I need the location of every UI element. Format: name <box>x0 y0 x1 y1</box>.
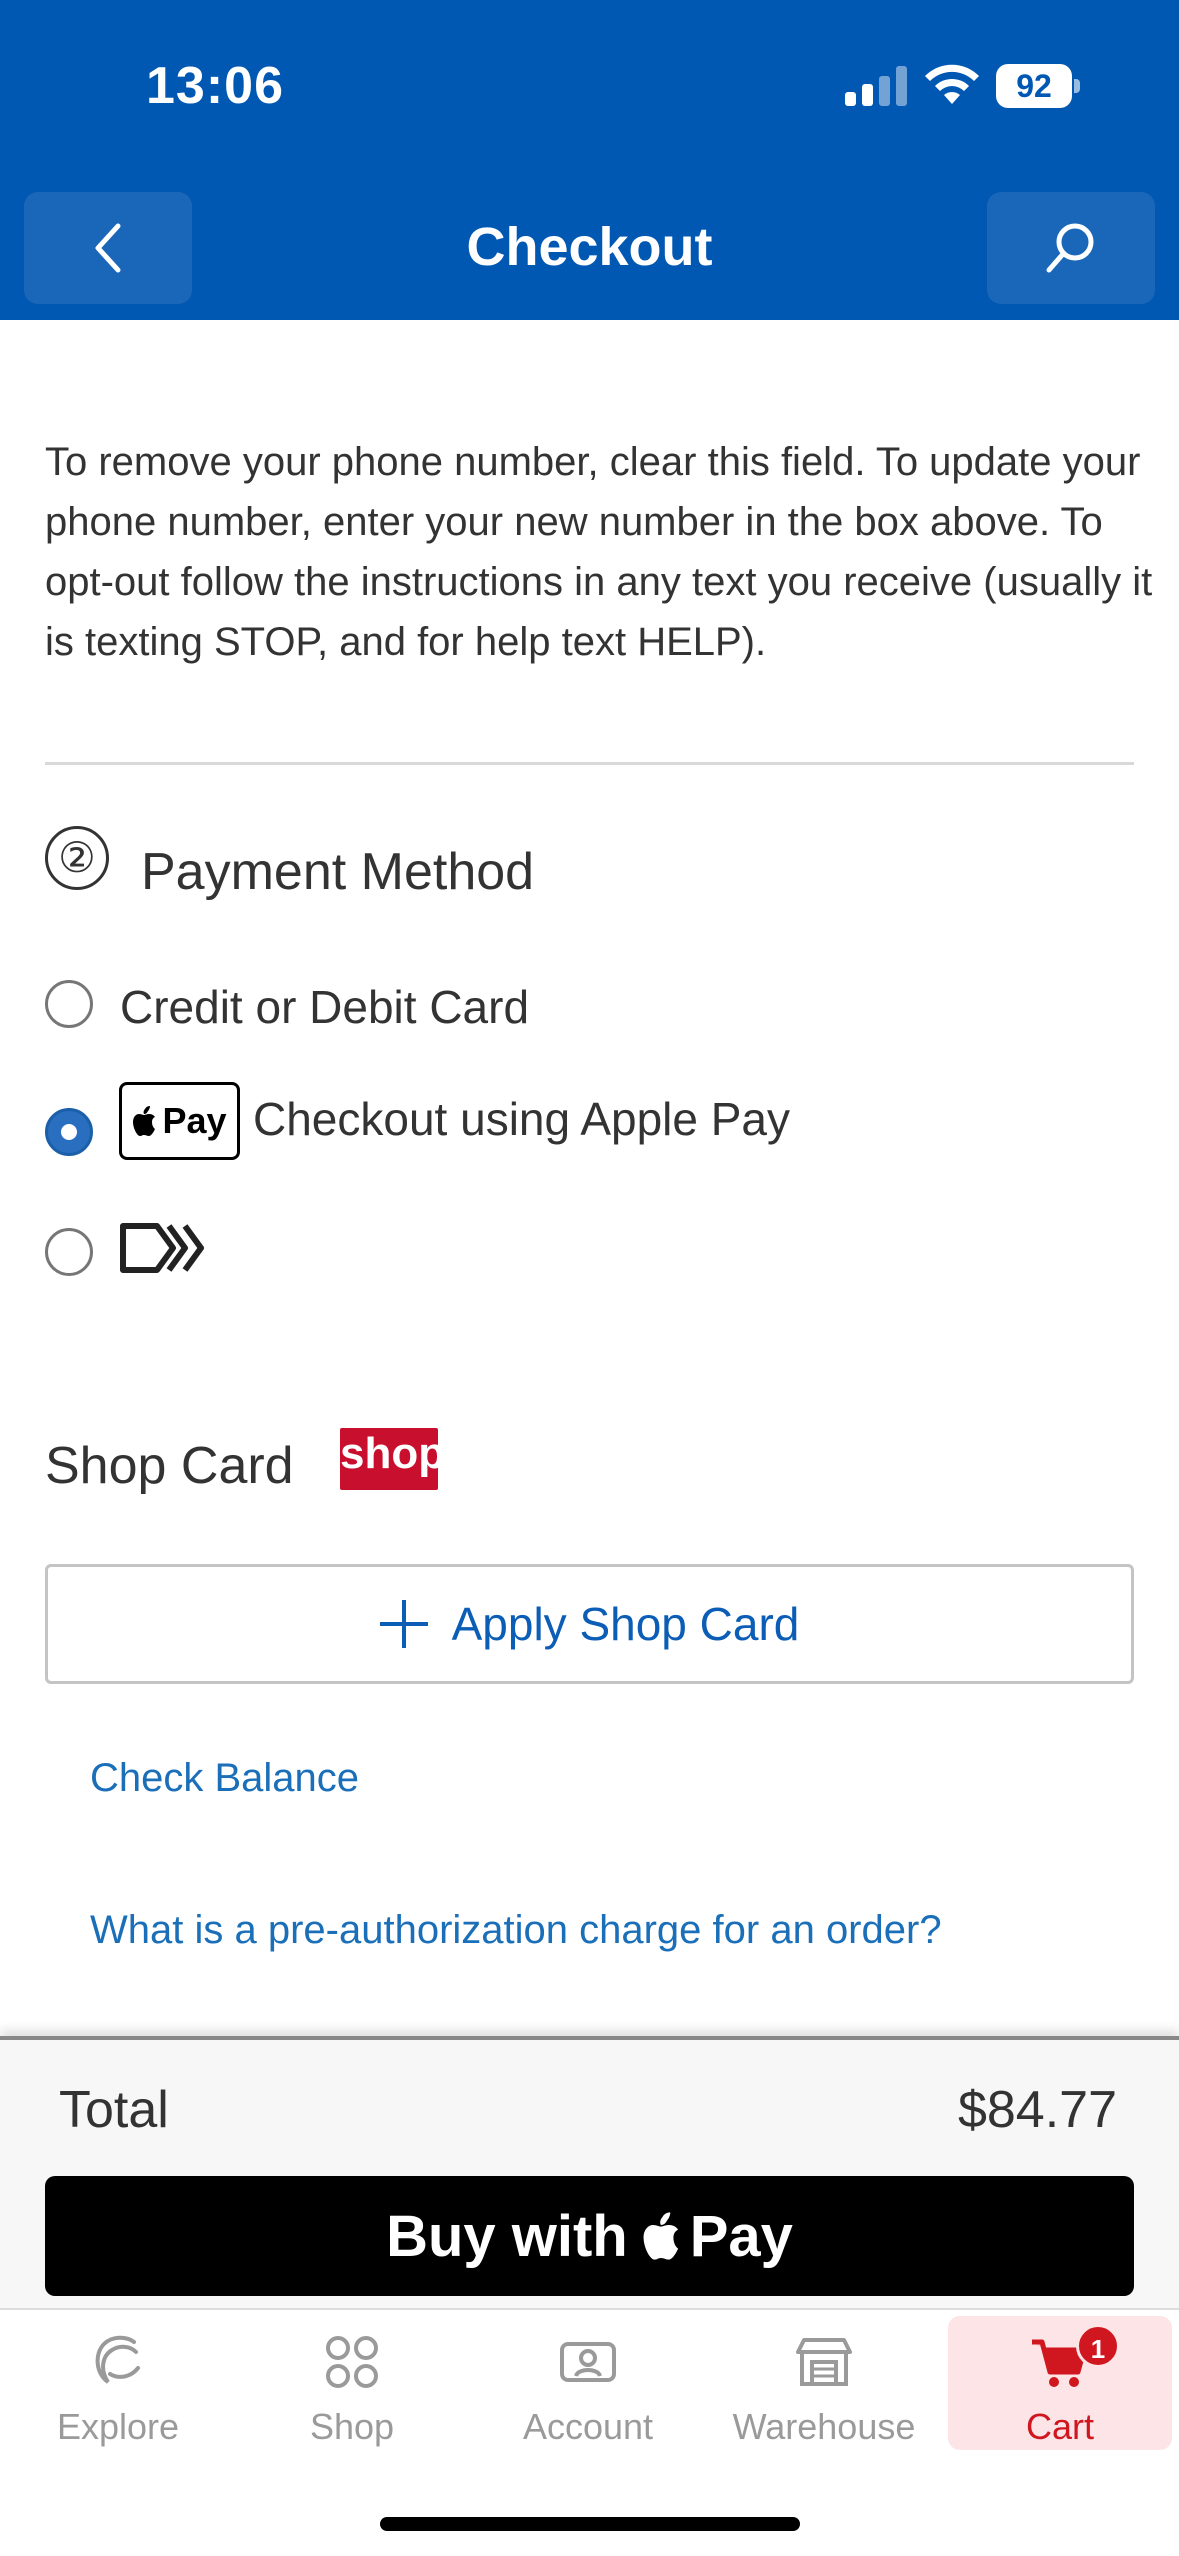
battery-icon: 92 <box>996 64 1080 108</box>
cart-count-badge: 1 <box>1076 2324 1120 2368</box>
option-label-apple-pay[interactable]: Checkout using Apple Pay <box>253 1092 790 1146</box>
payment-method-title: Payment Method <box>141 843 535 901</box>
home-indicator <box>380 2517 800 2531</box>
total-label: Total <box>59 2081 169 2139</box>
account-icon <box>560 2342 616 2382</box>
tab-label-cart: Cart <box>1025 2406 1094 2447</box>
status-time: 13:06 <box>146 57 284 115</box>
shop-card-logo-text: shop <box>340 1429 438 1478</box>
phone-number-notice: To remove your phone number, clear this … <box>45 440 1153 664</box>
tab-warehouse[interactable]: Warehouse <box>712 2316 936 2450</box>
tab-shop[interactable]: Shop <box>240 2316 464 2450</box>
step-number: ② <box>45 826 109 890</box>
check-balance-link[interactable]: Check Balance <box>90 1756 359 1801</box>
apple-logo-icon <box>133 1106 156 1136</box>
tab-explore[interactable]: Explore <box>6 2316 230 2450</box>
total-amount: $84.77 <box>957 2081 1117 2139</box>
apply-shop-card-button[interactable]: Apply Shop Card <box>45 1564 1134 1684</box>
preauth-info-link[interactable]: What is a pre-authorization charge for a… <box>90 1908 942 1953</box>
signal-icon <box>845 66 907 106</box>
radio-link-pay[interactable] <box>45 1228 93 1276</box>
tab-label-warehouse: Warehouse <box>732 2406 916 2447</box>
tab-label-account: Account <box>522 2406 654 2447</box>
radio-credit-card[interactable] <box>45 980 93 1028</box>
pay-label: Pay <box>689 2203 793 2269</box>
tab-label-explore: Explore <box>56 2406 180 2447</box>
section-divider <box>45 762 1134 765</box>
apple-pay-badge-text: Pay <box>162 1100 227 1141</box>
tab-account[interactable]: Account <box>476 2316 700 2450</box>
app-header: 13:06 92 Checkout <box>0 0 1179 320</box>
grid-icon <box>326 2336 378 2388</box>
shop-card-logo: shop <box>340 1428 438 1490</box>
radio-apple-pay[interactable] <box>45 1108 93 1156</box>
plus-icon <box>379 1600 428 1648</box>
tab-label-shop: Shop <box>309 2406 395 2447</box>
apple-logo-icon <box>643 2212 678 2260</box>
tab-cart[interactable]: 1 Cart <box>948 2316 1172 2450</box>
apple-pay-badge: Pay <box>119 1082 240 1160</box>
wifi-icon <box>925 64 979 104</box>
buy-with-label: Buy with <box>386 2203 628 2269</box>
buy-with-apple-pay-button[interactable]: Buy with Pay <box>45 2176 1134 2296</box>
link-pay-icon[interactable] <box>119 1220 211 1276</box>
battery-level: 92 <box>996 64 1072 108</box>
shop-card-title: Shop Card <box>45 1437 294 1495</box>
search-button[interactable] <box>987 192 1155 304</box>
apply-shop-card-label: Apply Shop Card <box>451 1598 800 1650</box>
explore-icon <box>95 2335 140 2384</box>
warehouse-icon <box>796 2338 852 2386</box>
search-icon <box>1046 223 1094 273</box>
option-label-credit-card[interactable]: Credit or Debit Card <box>120 980 529 1034</box>
